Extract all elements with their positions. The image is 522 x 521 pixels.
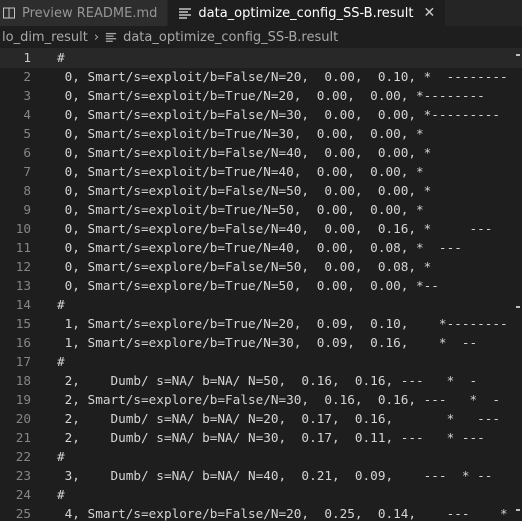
line-number: 3 <box>23 88 31 103</box>
line-number: 4 <box>23 107 31 122</box>
line-number: 13 <box>15 278 31 293</box>
line-text: 0, Smart/s=exploit/b=True/N=50, 0.00, 0.… <box>57 202 424 217</box>
line-number: 19 <box>15 392 31 407</box>
code-editor[interactable]: 1 #2 0, Smart/s=exploit/b=False/N=20, 0.0… <box>0 48 522 521</box>
line-text: 0, Smart/s=explore/b=False/N=50, 0.00, 0… <box>57 259 432 274</box>
code-line[interactable]: 5 0, Smart/s=exploit/b=True/N=30, 0.00, … <box>0 124 522 143</box>
line-number: 20 <box>15 411 31 426</box>
code-line[interactable]: 14 # <box>0 295 522 314</box>
code-line[interactable]: 10 0, Smart/s=explore/b=False/N=40, 0.00… <box>0 219 522 238</box>
line-text: 1, Smart/s=explore/b=True/N=20, 0.09, 0.… <box>57 316 508 331</box>
line-text: 4, Smart/s=explore/b=False/N=20, 0.25, 0… <box>57 506 508 521</box>
line-number: 18 <box>15 373 31 388</box>
vertical-scrollbar[interactable] <box>514 48 522 521</box>
code-line[interactable]: 2 0, Smart/s=exploit/b=False/N=20, 0.00,… <box>0 67 522 86</box>
code-line[interactable]: 9 0, Smart/s=exploit/b=True/N=50, 0.00, … <box>0 200 522 219</box>
line-number: 6 <box>23 145 31 160</box>
code-line[interactable]: 6 0, Smart/s=exploit/b=False/N=40, 0.00,… <box>0 143 522 162</box>
line-number: 2 <box>23 69 31 84</box>
line-number: 14 <box>15 297 31 312</box>
code-line[interactable]: 20 2, Dumb/ s=NA/ b=NA/ N=20, 0.17, 0.16… <box>0 409 522 428</box>
code-line[interactable]: 22 # <box>0 447 522 466</box>
line-number: 9 <box>23 202 31 217</box>
line-text: 2, Smart/s=explore/b=False/N=30, 0.16, 0… <box>57 392 501 407</box>
code-line[interactable]: 7 0, Smart/s=exploit/b=True/N=40, 0.00, … <box>0 162 522 181</box>
line-number: 8 <box>23 183 31 198</box>
code-line[interactable]: 15 1, Smart/s=explore/b=True/N=20, 0.09,… <box>0 314 522 333</box>
line-text: 0, Smart/s=exploit/b=False/N=30, 0.00, 0… <box>57 107 501 122</box>
scroll-marker <box>516 54 520 56</box>
line-text: 2, Dumb/ s=NA/ b=NA/ N=30, 0.17, 0.11, -… <box>57 430 485 445</box>
line-text: 0, Smart/s=explore/b=True/N=50, 0.00, 0.… <box>57 278 439 293</box>
line-number: 24 <box>15 487 31 502</box>
line-text: 2, Dumb/ s=NA/ b=NA/ N=50, 0.16, 0.16, -… <box>57 373 478 388</box>
code-line[interactable]: 17 # <box>0 352 522 371</box>
scroll-marker <box>516 306 520 308</box>
code-line[interactable]: 21 2, Dumb/ s=NA/ b=NA/ N=30, 0.17, 0.11… <box>0 428 522 447</box>
line-text: 0, Smart/s=exploit/b=True/N=40, 0.00, 0.… <box>57 164 424 179</box>
breadcrumb-file[interactable]: data_optimize_config_SS-B.result <box>123 30 338 45</box>
close-icon[interactable]: ✕ <box>424 5 436 21</box>
line-number: 17 <box>15 354 31 369</box>
file-lines-icon <box>178 6 192 20</box>
line-text: 2, Dumb/ s=NA/ b=NA/ N=20, 0.17, 0.16, *… <box>57 411 501 426</box>
preview-icon <box>2 6 16 20</box>
code-line[interactable]: 16 1, Smart/s=explore/b=True/N=30, 0.09,… <box>0 333 522 352</box>
scroll-marker <box>516 509 520 511</box>
code-line[interactable]: 3 0, Smart/s=exploit/b=True/N=20, 0.00, … <box>0 86 522 105</box>
line-number: 22 <box>15 449 31 464</box>
line-number: 16 <box>15 335 31 350</box>
line-text: 0, Smart/s=exploit/b=True/N=30, 0.00, 0.… <box>57 126 424 141</box>
tab-bar: Preview README.md data_optimize_config_S… <box>0 0 522 26</box>
tab-label: data_optimize_config_SS-B.result <box>198 5 414 21</box>
line-text: 0, Smart/s=exploit/b=False/N=50, 0.00, 0… <box>57 183 432 198</box>
code-line[interactable]: 18 2, Dumb/ s=NA/ b=NA/ N=50, 0.16, 0.16… <box>0 371 522 390</box>
line-text: 3, Dumb/ s=NA/ b=NA/ N=40, 0.21, 0.09, -… <box>57 468 493 483</box>
code-line[interactable]: 1 # <box>0 48 522 68</box>
line-text: # <box>57 354 65 369</box>
line-number: 7 <box>23 164 31 179</box>
line-text: 0, Smart/s=explore/b=True/N=40, 0.00, 0.… <box>57 240 462 255</box>
line-number: 10 <box>15 221 31 236</box>
code-line[interactable]: 24 # <box>0 485 522 504</box>
code-line[interactable]: 19 2, Smart/s=explore/b=False/N=30, 0.16… <box>0 390 522 409</box>
code-line[interactable]: 13 0, Smart/s=explore/b=True/N=50, 0.00,… <box>0 276 522 295</box>
line-text: # <box>57 297 65 312</box>
line-text: 0, Smart/s=explore/b=False/N=40, 0.00, 0… <box>57 221 493 236</box>
code-line[interactable]: 23 3, Dumb/ s=NA/ b=NA/ N=40, 0.21, 0.09… <box>0 466 522 485</box>
code-line[interactable]: 11 0, Smart/s=explore/b=True/N=40, 0.00,… <box>0 238 522 257</box>
code-line[interactable]: 8 0, Smart/s=exploit/b=False/N=50, 0.00,… <box>0 181 522 200</box>
line-text: 0, Smart/s=exploit/b=False/N=40, 0.00, 0… <box>57 145 432 160</box>
code-line[interactable]: 12 0, Smart/s=explore/b=False/N=50, 0.00… <box>0 257 522 276</box>
line-number: 1 <box>23 50 31 65</box>
tab-preview-readme[interactable]: Preview README.md <box>0 0 169 26</box>
line-number: 23 <box>15 468 31 483</box>
line-number: 12 <box>15 259 31 274</box>
breadcrumb-separator: › <box>93 29 100 45</box>
line-number: 5 <box>23 126 31 141</box>
tab-data-optimize-config[interactable]: data_optimize_config_SS-B.result ✕ <box>168 0 447 26</box>
line-number: 25 <box>15 506 31 521</box>
tab-label: Preview README.md <box>22 5 158 21</box>
file-lines-icon <box>105 31 117 43</box>
line-text: 0, Smart/s=exploit/b=False/N=20, 0.00, 0… <box>57 69 508 84</box>
line-text: # <box>57 449 65 464</box>
breadcrumb: lo_dim_result › data_optimize_config_SS-… <box>0 26 522 48</box>
breadcrumb-folder[interactable]: lo_dim_result <box>2 30 88 45</box>
code-line[interactable]: 25 4, Smart/s=explore/b=False/N=20, 0.25… <box>0 504 522 521</box>
code-line[interactable]: 4 0, Smart/s=exploit/b=False/N=30, 0.00,… <box>0 105 522 124</box>
line-text: 0, Smart/s=exploit/b=True/N=20, 0.00, 0.… <box>57 88 485 103</box>
line-text: 1, Smart/s=explore/b=True/N=30, 0.09, 0.… <box>57 335 478 350</box>
line-number: 11 <box>15 240 31 255</box>
line-number: 21 <box>15 430 31 445</box>
line-number: 15 <box>15 316 31 331</box>
line-text: # <box>57 50 65 65</box>
line-text: # <box>57 487 65 502</box>
